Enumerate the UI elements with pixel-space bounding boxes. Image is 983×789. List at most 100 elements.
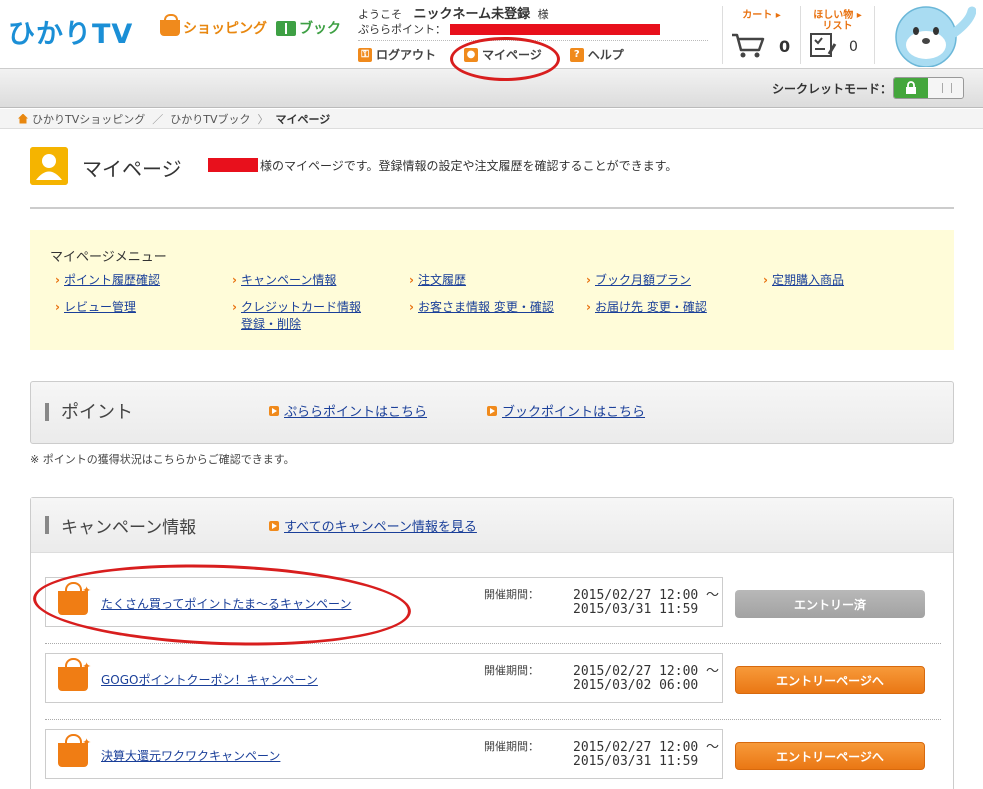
campaign-section-header: キャンペーン情報 すべてのキャンペーン情報を見る: [31, 498, 953, 553]
breadcrumb-current: マイページ: [275, 112, 331, 126]
redacted-username: [208, 158, 258, 172]
shopping-logo-text: ショッピング: [183, 21, 267, 37]
wishlist-button[interactable]: ほしい物 ▸ リスト 0: [800, 6, 875, 64]
checklist-icon: [810, 33, 837, 57]
campaign-end: 2015/03/02 06:00: [573, 678, 699, 693]
hikari-tv-logo[interactable]: ひかりTV: [8, 12, 133, 51]
menu-credit-card-line1[interactable]: クレジットカード情報: [241, 300, 361, 314]
campaign-section-title: キャンペーン情報: [61, 518, 197, 538]
mypage-menu-title: マイページメニュー: [50, 250, 167, 265]
wishlist-count: 0: [849, 39, 858, 55]
campaign-name[interactable]: たくさん買ってポイントたま～るキャンペーン: [101, 595, 351, 612]
help-icon: ?: [569, 47, 584, 62]
breadcrumb: ひかりTVショッピング ／ ひかりTVブック 〉 マイページ: [0, 109, 983, 129]
page-description: 様のマイページです。登録情報の設定や注文履歴を確認することができます。: [260, 159, 678, 173]
key-icon: ⚿: [358, 47, 372, 62]
menu-customer-info[interactable]: お客さま情報 変更・確認: [409, 299, 554, 316]
header-divider: [358, 40, 708, 41]
menu-point-history[interactable]: ポイント履歴確認: [55, 272, 160, 289]
menu-subscription-products[interactable]: 定期購入商品: [763, 272, 844, 289]
campaign-start: 2015/02/27 12:00 ～: [573, 740, 720, 755]
section-marker: [45, 403, 49, 421]
entry-page-button[interactable]: エントリーページへ: [735, 666, 925, 694]
section-marker: [45, 516, 49, 534]
page-title: マイページ: [82, 157, 182, 181]
sparkle-icon: ✦: [82, 736, 92, 749]
mascot-seal-icon: [895, 6, 976, 67]
book-logo-text: ブック: [299, 21, 341, 37]
campaign-start: 2015/02/27 12:00 ～: [573, 588, 720, 603]
mypage-link[interactable]: ● マイページ: [464, 46, 542, 63]
book-point-link[interactable]: ブックポイントはこちら: [487, 401, 645, 420]
campaign-row: ✦ GOGOポイントクーポン！キャンペーン 開催期間： 2015/02/27 1…: [45, 653, 941, 705]
campaign-name[interactable]: 決算大還元ワクワクキャンペーン: [101, 747, 280, 764]
period-label: 開催期間：: [484, 740, 539, 753]
campaign-section: キャンペーン情報 すべてのキャンペーン情報を見る ✦ たくさん買ってポイントたま…: [30, 497, 954, 789]
breadcrumb-separator: ／: [152, 112, 164, 126]
period-label: 開催期間：: [484, 664, 539, 677]
period-label: 開催期間：: [484, 588, 539, 601]
secret-mode-toggle[interactable]: [893, 77, 964, 99]
plala-point-link-text[interactable]: ぷららポイントはこちら: [284, 401, 427, 420]
welcome-message: ようこそ ニックネーム未登録 様: [358, 3, 549, 22]
plala-point-link[interactable]: ぷららポイントはこちら: [269, 401, 427, 420]
menu-credit-card[interactable]: クレジットカード情報 登録・削除: [232, 299, 361, 333]
breadcrumb-book[interactable]: ひかりTVブック: [170, 111, 250, 127]
mypage-label: マイページ: [482, 48, 542, 62]
campaign-row: ✦ 決算大還元ワクワクキャンペーン 開催期間： 2015/02/27 12:00…: [45, 729, 941, 781]
logout-label: ログアウト: [376, 48, 437, 62]
plala-points: ぷららポイント：: [358, 21, 660, 37]
menu-book-monthly-plan[interactable]: ブック月額プラン: [586, 272, 691, 289]
menu-order-history[interactable]: 注文履歴: [409, 272, 466, 289]
menu-delivery-address[interactable]: お届け先 変更・確認: [586, 299, 707, 316]
menu-review-management[interactable]: レビュー管理: [55, 299, 136, 316]
campaign-row: ✦ たくさん買ってポイントたま～るキャンペーン 開催期間： 2015/02/27…: [45, 577, 941, 629]
campaign-start: 2015/02/27 12:00 ～: [573, 664, 720, 679]
campaign-end: 2015/03/31 11:59: [573, 602, 699, 617]
logout-link[interactable]: ⚿ ログアウト: [358, 46, 436, 63]
breadcrumb-chevron: 〉: [257, 112, 269, 126]
campaign-card: ✦ 決算大還元ワクワクキャンペーン 開催期間： 2015/02/27 12:00…: [45, 729, 723, 779]
help-link[interactable]: ? ヘルプ: [569, 46, 624, 63]
welcome-prefix: ようこそ: [358, 8, 402, 21]
campaign-divider: [45, 719, 941, 720]
welcome-suffix: 様: [537, 8, 549, 21]
sparkle-icon: ✦: [82, 584, 92, 597]
wishlist-label: ほしい物 ▸ リスト: [813, 10, 862, 32]
shopping-logo[interactable]: ショッピング: [160, 14, 267, 38]
cart-icon: [732, 33, 765, 58]
cart-label: カート ▸: [742, 10, 781, 21]
page-title-section: マイページ 様のマイページです。登録情報の設定や注文履歴を確認することができます…: [30, 147, 954, 209]
menu-credit-card-line2[interactable]: 登録・削除: [241, 317, 301, 331]
all-campaigns-link-text[interactable]: すべてのキャンペーン情報を見る: [284, 516, 477, 535]
redacted-points-value: [450, 23, 660, 35]
nickname: ニックネーム未登録: [413, 7, 531, 22]
cart-button[interactable]: カート ▸ 0: [722, 6, 800, 64]
breadcrumb-shopping[interactable]: ひかりTVショッピング: [32, 111, 145, 127]
home-icon: [18, 113, 28, 124]
arrow-right-icon: [269, 520, 279, 531]
campaign-name[interactable]: GOGOポイントクーポン！キャンペーン: [101, 671, 318, 688]
arrow-right-icon: [487, 405, 497, 416]
site-header: ひかりTV ショッピング ブック ようこそ ニックネーム未登録 様 ぷららポイン…: [0, 0, 983, 68]
campaign-card: ✦ GOGOポイントクーポン！キャンペーン 開催期間： 2015/02/27 1…: [45, 653, 723, 703]
toggle-grip: [942, 83, 952, 93]
mypage-menu: マイページメニュー ポイント履歴確認 キャンペーン情報 注文履歴 ブック月額プラ…: [30, 230, 954, 350]
campaign-end: 2015/03/31 11:59: [573, 754, 699, 769]
menu-campaign-info[interactable]: キャンペーン情報: [232, 272, 336, 289]
secret-mode-label: シークレットモード：: [772, 82, 893, 96]
book-point-link-text[interactable]: ブックポイントはこちら: [502, 401, 645, 420]
cart-count: 0: [779, 37, 791, 56]
book-logo[interactable]: ブック: [276, 18, 341, 38]
sparkle-icon: ✦: [82, 660, 92, 673]
entry-page-button[interactable]: エントリーページへ: [735, 742, 925, 770]
secret-mode-bar: シークレットモード：: [0, 68, 983, 108]
lock-icon: [894, 78, 928, 98]
all-campaigns-link[interactable]: すべてのキャンペーン情報を見る: [269, 516, 477, 535]
help-label: ヘルプ: [587, 48, 624, 62]
point-note: ※ ポイントの獲得状況はこちらからご確認できます。: [30, 453, 295, 466]
point-section-title: ポイント: [61, 402, 133, 423]
book-icon: [276, 20, 296, 36]
entry-done-button: エントリー済: [735, 590, 925, 618]
shopping-bag-icon: [160, 14, 180, 36]
